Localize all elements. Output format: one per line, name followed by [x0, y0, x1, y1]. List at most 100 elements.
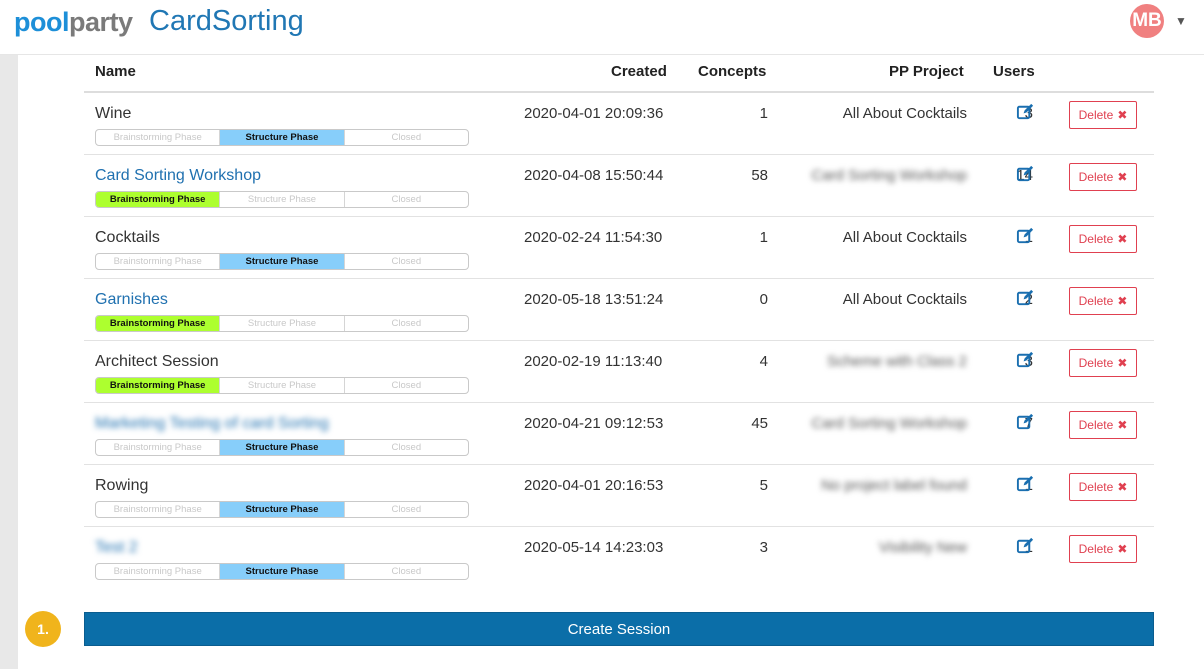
sessions-table: Name Created Concepts PP Project Users W…	[84, 55, 1154, 588]
column-header-created: Created	[611, 63, 667, 80]
pp-project: All About Cocktails	[842, 105, 967, 122]
app-title: CardSorting	[149, 5, 304, 37]
created-date: 2020-04-01 20:09:36	[524, 105, 664, 122]
edit-icon[interactable]	[1016, 288, 1035, 307]
session-name[interactable]: Garnishes	[95, 291, 168, 309]
table-row: Test 2 Brainstorming Phase Structure Phase…	[84, 527, 1154, 588]
concepts-count: 5	[759, 477, 768, 494]
pp-project: No project label found	[821, 477, 967, 494]
phase-segment: Structure Phase	[220, 378, 345, 393]
close-icon: ✖	[1117, 294, 1128, 308]
concepts-count: 1	[759, 229, 768, 246]
phase-segment: Closed	[391, 132, 422, 143]
concepts-count: 4	[759, 353, 768, 370]
step-badge: 1.	[25, 611, 61, 647]
concepts-count: 3	[759, 539, 768, 556]
delete-button[interactable]: Delete ✖	[1069, 163, 1137, 191]
phase-progress: Brainstorming Phase Structure Phase Closed	[95, 439, 469, 456]
created-date: 2020-05-14 14:23:03	[524, 539, 664, 556]
close-icon: ✖	[1117, 170, 1128, 184]
edit-icon[interactable]	[1016, 412, 1035, 431]
phase-segment: Brainstorming Phase	[96, 378, 221, 393]
edit-icon[interactable]	[1016, 164, 1035, 183]
session-name[interactable]: Marketing Testing of card Sorting	[95, 415, 329, 433]
logo-pool: pool	[14, 7, 69, 37]
left-sidebar-strip	[0, 55, 18, 669]
concepts-count: 45	[751, 415, 768, 432]
delete-button[interactable]: Delete ✖	[1069, 411, 1137, 439]
delete-button[interactable]: Delete ✖	[1069, 349, 1137, 377]
phase-progress: Brainstorming Phase Structure Phase Closed	[95, 129, 469, 146]
concepts-count: 58	[751, 167, 768, 184]
phase-segment: Structure Phase	[220, 254, 345, 269]
delete-button[interactable]: Delete ✖	[1069, 101, 1137, 129]
table-header: Name Created Concepts PP Project Users	[84, 55, 1154, 93]
phase-segment: Brainstorming Phase	[96, 192, 221, 207]
delete-button[interactable]: Delete ✖	[1069, 225, 1137, 253]
delete-button[interactable]: Delete ✖	[1069, 287, 1137, 315]
delete-label: Delete	[1078, 170, 1114, 184]
phase-progress: Brainstorming Phase Structure Phase Closed	[95, 191, 469, 208]
close-icon: ✖	[1117, 480, 1128, 494]
column-header-name: Name	[95, 63, 136, 80]
phase-progress: Brainstorming Phase Structure Phase Closed	[95, 377, 469, 394]
edit-icon[interactable]	[1016, 536, 1035, 555]
column-header-project: PP Project	[889, 63, 964, 80]
pp-project: Card Sorting Workshop	[811, 415, 967, 432]
edit-icon[interactable]	[1016, 350, 1035, 369]
session-name[interactable]: Test 2	[95, 539, 138, 557]
session-name[interactable]: Wine	[95, 105, 131, 123]
pp-project: Scheme with Class 2	[826, 353, 967, 370]
created-date: 2020-02-19 11:13:40	[524, 353, 663, 370]
session-name[interactable]: Architect Session	[95, 353, 219, 371]
concepts-count: 0	[759, 291, 768, 308]
phase-segment: Structure Phase	[220, 192, 345, 207]
phase-segment: Structure Phase	[220, 502, 345, 517]
delete-button[interactable]: Delete ✖	[1069, 473, 1137, 501]
created-date: 2020-05-18 13:51:24	[524, 291, 664, 308]
session-name[interactable]: Cocktails	[95, 229, 160, 247]
pp-project: All About Cocktails	[842, 291, 967, 308]
phase-segment: Closed	[391, 318, 422, 329]
phase-segment: Structure Phase	[220, 440, 345, 455]
phase-progress: Brainstorming Phase Structure Phase Closed	[95, 253, 469, 270]
created-date: 2020-02-24 11:54:30	[524, 229, 663, 246]
phase-progress: Brainstorming Phase Structure Phase Closed	[95, 563, 469, 580]
close-icon: ✖	[1117, 232, 1128, 246]
delete-label: Delete	[1078, 542, 1114, 556]
session-name[interactable]: Rowing	[95, 477, 148, 495]
edit-icon[interactable]	[1016, 474, 1035, 493]
close-icon: ✖	[1117, 356, 1128, 370]
top-bar: poolparty CardSorting MB ▼	[0, 0, 1204, 55]
phase-segment: Brainstorming Phase	[96, 316, 221, 331]
session-name[interactable]: Card Sorting Workshop	[95, 167, 261, 185]
create-session-button[interactable]: Create Session	[84, 612, 1154, 646]
phase-segment: Closed	[391, 504, 422, 515]
chevron-down-icon[interactable]: ▼	[1175, 14, 1187, 28]
delete-label: Delete	[1078, 356, 1114, 370]
delete-label: Delete	[1078, 232, 1114, 246]
close-icon: ✖	[1117, 542, 1128, 556]
edit-icon[interactable]	[1016, 226, 1035, 245]
created-date: 2020-04-08 15:50:44	[524, 167, 664, 184]
table-row: Cocktails Brainstorming Phase Structure Ph…	[84, 217, 1154, 279]
pp-project: Card Sorting Workshop	[811, 167, 967, 184]
pp-project: Visibility New	[878, 539, 967, 556]
delete-button[interactable]: Delete ✖	[1069, 535, 1137, 563]
concepts-count: 1	[759, 105, 768, 122]
edit-icon[interactable]	[1016, 102, 1035, 121]
table-body: Wine Brainstorming Phase Structure Phase Cl…	[84, 93, 1154, 588]
phase-segment: Closed	[391, 194, 422, 205]
created-date: 2020-04-01 20:16:53	[524, 477, 664, 494]
phase-segment: Closed	[391, 566, 422, 577]
phase-segment: Closed	[391, 256, 422, 267]
phase-segment: Structure Phase	[220, 316, 345, 331]
phase-segment: Brainstorming Phase	[96, 564, 221, 579]
phase-segment: Brainstorming Phase	[96, 130, 221, 145]
user-avatar[interactable]: MB	[1130, 4, 1164, 38]
phase-segment: Brainstorming Phase	[96, 254, 221, 269]
phase-progress: Brainstorming Phase Structure Phase Closed	[95, 315, 469, 332]
poolparty-logo[interactable]: poolparty	[14, 7, 133, 38]
created-date: 2020-04-21 09:12:53	[524, 415, 664, 432]
table-row: Architect Session Brainstorming Phase Stru…	[84, 341, 1154, 403]
